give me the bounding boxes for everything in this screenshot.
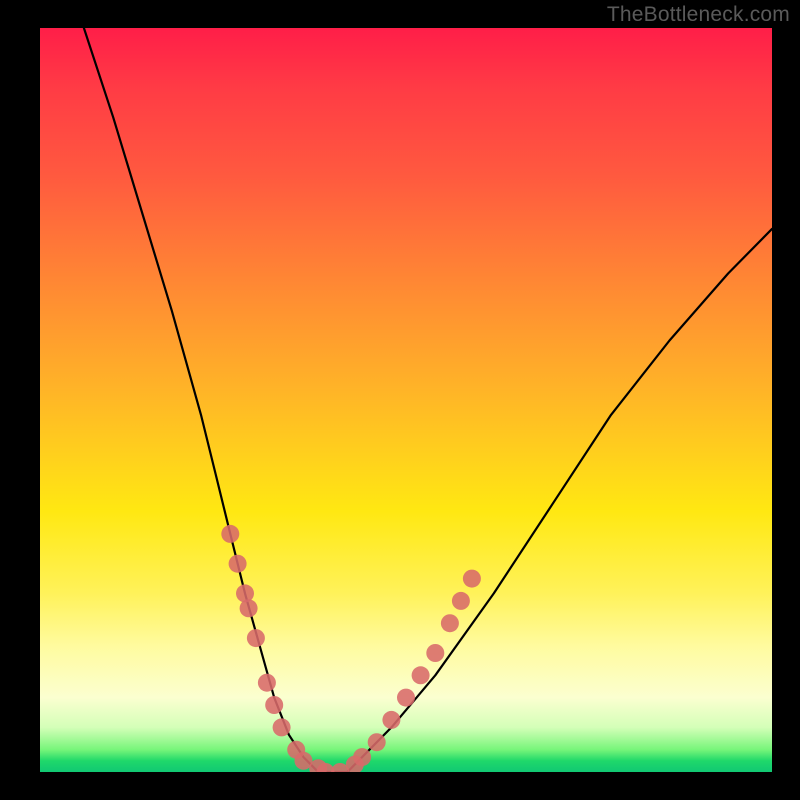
bottleneck-curve <box>84 28 772 772</box>
chart-frame: TheBottleneck.com <box>0 0 800 800</box>
plot-area <box>40 28 772 772</box>
chart-svg <box>40 28 772 772</box>
watermark-text: TheBottleneck.com <box>607 3 790 27</box>
